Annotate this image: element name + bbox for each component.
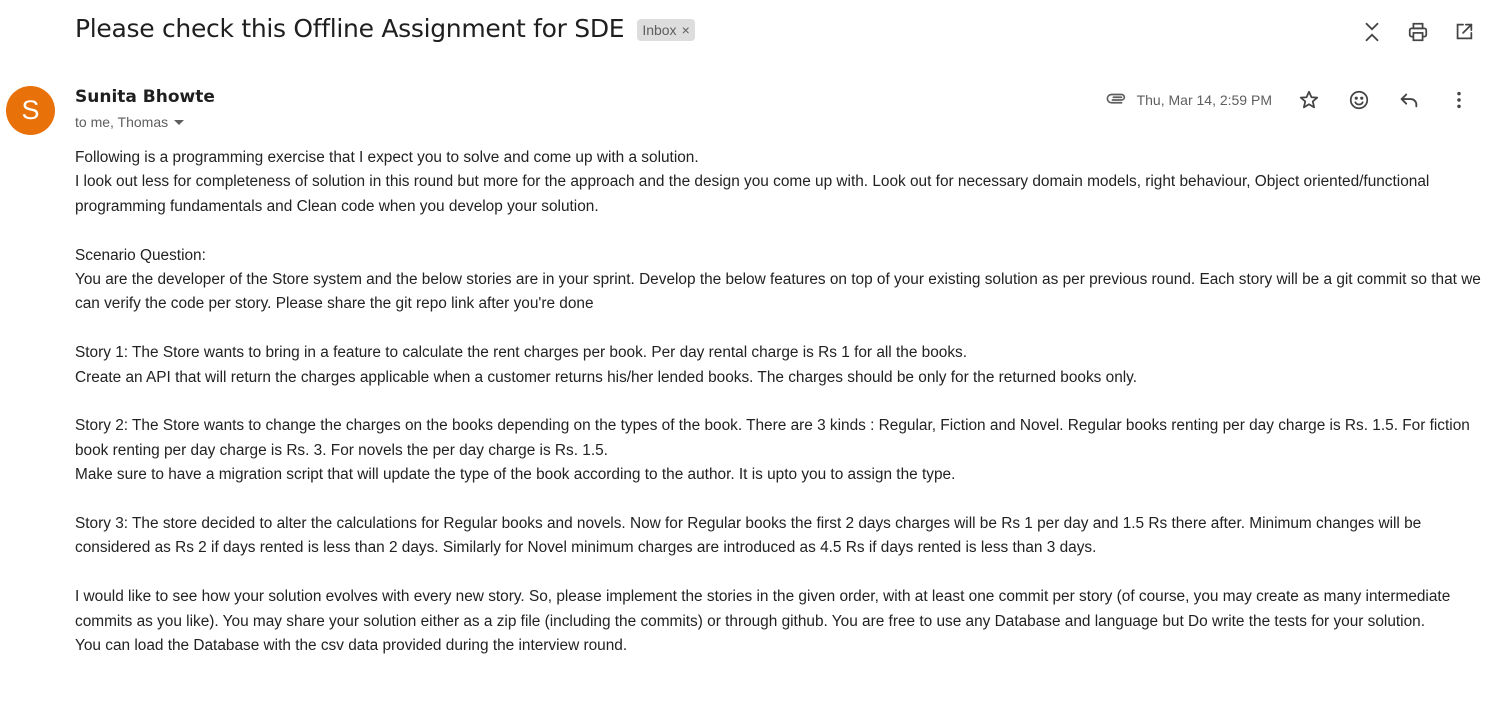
email-body: Following is a programming exercise that… <box>75 146 1485 658</box>
message-meta: Thu, Mar 14, 2:59 PM <box>1105 85 1474 115</box>
body-paragraph: Story 2: The Store wants to change the c… <box>75 417 1470 459</box>
body-paragraph: Story 3: The store decided to alter the … <box>75 515 1422 557</box>
message-date[interactable]: Thu, Mar 14, 2:59 PM <box>1137 92 1272 108</box>
attachment-icon <box>1105 88 1129 112</box>
body-paragraph: Scenario Question: <box>75 246 206 264</box>
more-icon[interactable] <box>1444 85 1474 115</box>
reply-icon[interactable] <box>1394 85 1424 115</box>
body-paragraph: You can load the Database with the csv d… <box>75 637 628 655</box>
open-in-new-window-icon[interactable] <box>1452 20 1476 44</box>
sender-name[interactable]: Sunita Bhowte <box>75 87 215 107</box>
thread-actions <box>1360 20 1476 44</box>
email-view: Please check this Offline Assignment for… <box>0 0 1492 705</box>
collapse-icon[interactable] <box>1360 20 1384 44</box>
avatar[interactable]: S <box>6 86 55 135</box>
show-details-dropdown-icon[interactable] <box>174 119 185 125</box>
avatar-initial: S <box>21 95 40 125</box>
star-icon[interactable] <box>1294 85 1324 115</box>
inbox-label-chip[interactable]: Inbox × <box>637 18 695 41</box>
body-paragraph: Make sure to have a migration script tha… <box>75 466 956 484</box>
body-paragraph: You are the developer of the Store syste… <box>75 271 1481 313</box>
email-subject: Please check this Offline Assignment for… <box>75 14 625 43</box>
body-paragraph: Following is a programming exercise that… <box>75 149 699 166</box>
body-paragraph: I would like to see how your solution ev… <box>75 588 1451 630</box>
recipients: to me, Thomas <box>75 114 185 130</box>
body-paragraph: Create an API that will return the charg… <box>75 368 1137 386</box>
print-icon[interactable] <box>1406 20 1430 44</box>
body-paragraph: I look out less for completeness of solu… <box>75 173 1430 215</box>
remove-label-button[interactable]: × <box>682 22 690 38</box>
recipients-text: to me, Thomas <box>75 114 169 130</box>
body-paragraph: Story 1: The Store wants to bring in a f… <box>75 344 968 362</box>
label-text: Inbox <box>642 21 677 38</box>
emoji-icon[interactable] <box>1344 85 1374 115</box>
message-actions <box>1294 85 1474 115</box>
subject-row: Please check this Offline Assignment for… <box>75 14 695 43</box>
